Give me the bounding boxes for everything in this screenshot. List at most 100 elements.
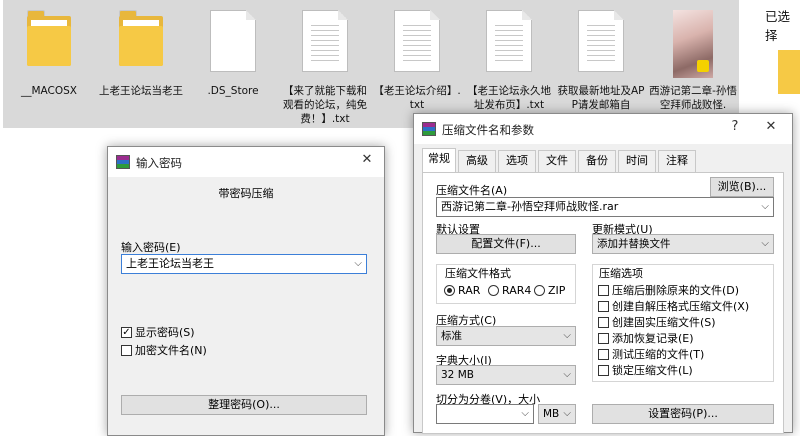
blank-file-icon <box>210 10 256 72</box>
manage-passwords-button[interactable]: 整理密码(O)... <box>121 395 367 415</box>
text-file-icon <box>302 10 348 72</box>
checkbox-unchecked[interactable] <box>598 316 609 328</box>
file-item-txt-1[interactable]: 【来了就能下载和观看的论坛，纯免费！】.txt <box>279 0 371 128</box>
checkbox-label: 锁定压缩文件(L) <box>612 364 693 377</box>
dialog-heading: 带密码压缩 <box>218 187 274 200</box>
method-select[interactable]: 标准 ⌵ <box>436 326 576 346</box>
text-file-icon <box>578 10 624 72</box>
winrar-icon <box>422 122 436 136</box>
checkbox-label: 创建自解压格式压缩文件(X) <box>612 300 750 313</box>
text-file-icon <box>486 10 532 72</box>
archive-name-input[interactable]: 西游记第二章-孙悟空拜师战败怪.rar ⌵ <box>436 197 774 217</box>
profiles-button[interactable]: 配置文件(F)... <box>436 234 576 254</box>
format-zip-radio[interactable]: ZIP <box>534 284 565 297</box>
radio-selected[interactable] <box>444 285 455 296</box>
update-mode-select[interactable]: 添加并替换文件 ⌵ <box>592 234 774 254</box>
dialog-title: 压缩文件名和参数 <box>442 123 534 137</box>
selection-status: 已选择 <box>765 9 791 43</box>
help-icon[interactable]: ? <box>724 119 746 134</box>
checkbox-label: 创建固实压缩文件(S) <box>612 316 716 329</box>
format-label: 压缩文件格式 <box>443 265 513 281</box>
split-unit-value: MB <box>543 408 560 420</box>
file-name: 获取最新地址及APP请发邮箱自 <box>557 85 645 111</box>
checkbox-unchecked[interactable] <box>598 348 609 360</box>
chevron-down-icon[interactable]: ⌵ <box>761 198 769 216</box>
file-name: 【老王论坛介绍】.txt <box>373 85 461 111</box>
dictionary-value: 32 MB <box>441 369 474 381</box>
tab-strip: 常规 高级 选项 文件 备份 时间 注释 <box>422 148 784 172</box>
chevron-down-icon[interactable]: ⌵ <box>521 405 529 423</box>
update-mode-value: 添加并替换文件 <box>597 238 671 250</box>
options-label: 压缩选项 <box>597 265 645 281</box>
file-item-txt-4[interactable]: 获取最新地址及APP请发邮箱自 <box>555 0 647 128</box>
radio-unselected[interactable] <box>488 285 499 296</box>
file-item-ds-store[interactable]: .DS_Store <box>187 0 279 128</box>
folder-icon <box>119 10 163 66</box>
file-item-video[interactable]: 西游记第二章-孙悟空拜师战败怪. <box>647 0 739 128</box>
file-name: 【老王论坛永久地址发布页】.txt <box>467 85 551 111</box>
option-recovery[interactable]: 添加恢复记录(E) <box>598 330 694 346</box>
option-solid[interactable]: 创建固实压缩文件(S) <box>598 314 716 330</box>
browse-button[interactable]: 浏览(B)... <box>710 177 774 197</box>
set-password-button[interactable]: 设置密码(P)... <box>592 404 774 424</box>
format-rar-radio[interactable]: RAR <box>444 284 480 297</box>
close-icon[interactable]: ✕ <box>356 152 378 167</box>
checkbox-label: 加密文件名(N) <box>135 344 207 357</box>
radio-unselected[interactable] <box>534 285 545 296</box>
checkbox-unchecked[interactable] <box>598 332 609 344</box>
method-value: 标准 <box>441 330 462 342</box>
checkbox-unchecked[interactable] <box>598 300 609 312</box>
tab-files[interactable]: 文件 <box>538 150 576 172</box>
password-input[interactable]: 上老王论坛当老王 ⌵ <box>121 254 367 274</box>
radio-label: ZIP <box>548 284 566 297</box>
encrypt-names-checkbox[interactable]: 加密文件名(N) <box>121 342 207 358</box>
tab-options[interactable]: 选项 <box>498 150 536 172</box>
radio-label: RAR <box>458 284 481 297</box>
text-file-icon <box>394 10 440 72</box>
file-name: 上老王论坛当老王 <box>99 85 183 97</box>
chevron-down-icon[interactable]: ⌵ <box>354 255 362 273</box>
password-dialog: 输入密码 ✕ 带密码压缩 输入密码(E) 上老王论坛当老王 ⌵ ✓ 显示密码(S… <box>107 146 385 436</box>
tab-comment[interactable]: 注释 <box>658 150 696 172</box>
tab-time[interactable]: 时间 <box>618 150 656 172</box>
option-sfx[interactable]: 创建自解压格式压缩文件(X) <box>598 298 749 314</box>
video-thumbnail-icon <box>673 10 713 78</box>
chevron-down-icon: ⌵ <box>563 369 571 380</box>
archive-name-label: 压缩文件名(A) <box>436 184 508 197</box>
password-label: 输入密码(E) <box>121 241 181 254</box>
archive-name-value: 西游记第二章-孙悟空拜师战败怪.rar <box>441 200 619 213</box>
split-unit-select[interactable]: MB ⌵ <box>538 404 576 424</box>
tab-advanced[interactable]: 高级 <box>458 150 496 172</box>
preview-folder-icon <box>778 50 800 94</box>
dialog-title: 输入密码 <box>136 156 182 170</box>
radio-label: RAR4 <box>502 284 532 297</box>
checkbox-checked[interactable]: ✓ <box>121 326 132 338</box>
close-icon[interactable]: ✕ <box>760 119 782 134</box>
checkbox-unchecked[interactable] <box>598 284 609 296</box>
option-lock[interactable]: 锁定压缩文件(L) <box>598 362 693 378</box>
tab-general[interactable]: 常规 <box>422 148 456 172</box>
dictionary-select[interactable]: 32 MB ⌵ <box>436 365 576 385</box>
file-name: .DS_Store <box>207 85 259 97</box>
checkbox-label: 添加恢复记录(E) <box>612 332 694 345</box>
file-item-txt-2[interactable]: 【老王论坛介绍】.txt <box>371 0 463 128</box>
option-delete-after[interactable]: 压缩后删除原来的文件(D) <box>598 282 739 298</box>
titlebar: 输入密码 ✕ <box>108 147 384 177</box>
show-password-checkbox[interactable]: ✓ 显示密码(S) <box>121 324 195 340</box>
chevron-down-icon: ⌵ <box>563 330 571 341</box>
chevron-down-icon: ⌵ <box>563 408 571 419</box>
checkbox-label: 测试压缩的文件(T) <box>612 348 705 361</box>
tab-backup[interactable]: 备份 <box>578 150 616 172</box>
archive-dialog: 压缩文件名和参数 ? ✕ 常规 高级 选项 文件 备份 时间 注释 压缩文件名(… <box>413 113 793 434</box>
file-item-macosx[interactable]: __MACOSX <box>3 0 95 128</box>
checkbox-unchecked[interactable] <box>121 344 132 356</box>
file-name: __MACOSX <box>20 85 77 97</box>
split-size-input[interactable]: ⌵ <box>436 404 534 424</box>
format-rar4-radio[interactable]: RAR4 <box>488 284 531 297</box>
file-item-folder[interactable]: 上老王论坛当老王 <box>95 0 187 128</box>
checkbox-unchecked[interactable] <box>598 364 609 376</box>
file-item-txt-3[interactable]: 【老王论坛永久地址发布页】.txt <box>463 0 555 128</box>
chevron-down-icon: ⌵ <box>761 238 769 249</box>
option-test[interactable]: 测试压缩的文件(T) <box>598 346 704 362</box>
titlebar: 压缩文件名和参数 ? ✕ <box>414 114 792 144</box>
